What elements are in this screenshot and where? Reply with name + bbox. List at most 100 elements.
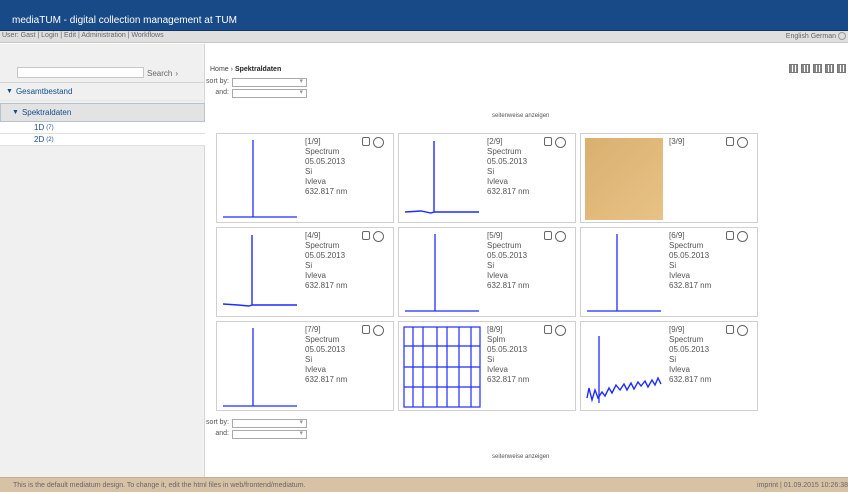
view-mode-toolbar	[789, 64, 846, 73]
attachment-icon[interactable]	[544, 137, 552, 146]
detail-view-icon[interactable]	[825, 64, 834, 73]
gear-icon[interactable]	[555, 137, 566, 148]
collection-navigation: ▼ Gesamtbestand ▼ Spektraldaten 1D (7) 2…	[0, 82, 205, 146]
spectrum-thumbnail-icon	[223, 328, 297, 407]
attachment-icon[interactable]	[726, 231, 734, 240]
item-wavelength: 632.817 nm	[669, 281, 712, 290]
result-card-6[interactable]: [6/9] Spectrum 05.05.2013 Si Ivleva 632.…	[580, 227, 758, 317]
user-links[interactable]: User: Gast | Login | Edit | Administrati…	[2, 32, 164, 39]
search-input[interactable]	[17, 67, 144, 78]
item-type: Splm	[487, 335, 506, 344]
gear-icon[interactable]	[737, 137, 748, 148]
sub-item-label: 1D	[34, 123, 45, 132]
breadcrumb-separator: ›	[230, 66, 233, 73]
item-type: Spectrum	[487, 147, 522, 156]
nav-item-label: Spektraldaten	[21, 108, 72, 117]
footer-imprint[interactable]: imprint | 01.09.2015 10:26:38	[757, 482, 848, 489]
item-wavelength: 632.817 nm	[487, 187, 530, 196]
app-title: mediaTUM - digital collection management…	[12, 15, 237, 26]
page-view-link[interactable]: seitenweise anzeigen	[492, 113, 549, 119]
result-card-8[interactable]: [8/9] Splm 05.05.2013 Si Ivleva 632.817 …	[398, 321, 576, 411]
item-material: Si	[669, 261, 677, 270]
result-card-9[interactable]: [9/9] Spectrum 05.05.2013 Si Ivleva 632.…	[580, 321, 758, 411]
spectrum-thumbnail-icon	[223, 140, 297, 218]
item-type: Spectrum	[669, 335, 704, 344]
sort-by-select[interactable]	[232, 418, 307, 428]
attachment-icon[interactable]	[726, 325, 734, 334]
spectrum-thumbnail-icon	[222, 235, 297, 307]
item-wavelength: 632.817 nm	[305, 281, 348, 290]
item-index: [7/9]	[305, 325, 321, 334]
sub-item-label: 2D	[34, 135, 45, 144]
language-selector[interactable]: English German	[786, 32, 846, 40]
and-select[interactable]	[232, 88, 307, 98]
spectrum-thumbnail-icon	[586, 336, 662, 403]
globe-icon	[838, 32, 846, 40]
gear-icon[interactable]	[373, 137, 384, 148]
nav-item-gesamtbestand[interactable]: ▼ Gesamtbestand	[0, 82, 205, 101]
language-links[interactable]: English German	[786, 33, 836, 40]
item-material: Si	[305, 167, 313, 176]
result-card-7[interactable]: [7/9] Spectrum 05.05.2013 Si Ivleva 632.…	[216, 321, 394, 411]
item-date: 05.05.2013	[487, 345, 528, 354]
spectrum-thumbnail-icon	[405, 234, 479, 312]
search-button-label: Search	[147, 68, 173, 78]
results-grid: [1/9] Spectrum 05.05.2013 Si Ivleva 632.…	[216, 133, 762, 416]
gear-icon[interactable]	[373, 231, 384, 242]
multi-spectrum-thumbnail-icon	[403, 326, 481, 408]
result-card-4[interactable]: [4/9] Spectrum 05.05.2013 Si Ivleva 632.…	[216, 227, 394, 317]
item-date: 05.05.2013	[487, 251, 528, 260]
spectrum-thumbnail-icon	[587, 234, 661, 312]
item-index: [6/9]	[669, 231, 685, 240]
sort-by-label: sort by:	[206, 78, 229, 85]
sidebar: Search › ▼ Gesamtbestand ▼ Spektraldaten…	[0, 44, 205, 477]
spectrum-thumbnail-icon	[404, 141, 479, 214]
grid-view-icon[interactable]	[789, 64, 798, 73]
and-label: and:	[215, 430, 229, 437]
print-icon[interactable]	[837, 64, 846, 73]
item-index: [8/9]	[487, 325, 503, 334]
sort-by-select[interactable]	[232, 77, 307, 87]
list-view-icon[interactable]	[813, 64, 822, 73]
chevron-down-icon: ▼	[12, 109, 19, 116]
item-author: Ivleva	[487, 177, 508, 186]
attachment-icon[interactable]	[544, 231, 552, 240]
app-header: mediaTUM - digital collection management…	[0, 0, 848, 31]
item-material: Si	[487, 261, 495, 270]
result-card-5[interactable]: [5/9] Spectrum 05.05.2013 Si Ivleva 632.…	[398, 227, 576, 317]
and-select[interactable]	[232, 429, 307, 439]
grid-large-view-icon[interactable]	[801, 64, 810, 73]
breadcrumb-current: Spektraldaten	[234, 66, 282, 73]
gear-icon[interactable]	[555, 231, 566, 242]
search-button[interactable]: Search ›	[147, 68, 187, 78]
item-date: 05.05.2013	[305, 345, 346, 354]
attachment-icon[interactable]	[726, 137, 734, 146]
result-card-3[interactable]: [3/9]	[580, 133, 758, 223]
item-material: Si	[305, 355, 313, 364]
attachment-icon[interactable]	[362, 325, 370, 334]
gear-icon[interactable]	[373, 325, 384, 336]
gear-icon[interactable]	[737, 231, 748, 242]
item-author: Ivleva	[669, 271, 690, 280]
item-wavelength: 632.817 nm	[669, 375, 712, 384]
sub-item-2d[interactable]: 2D (2)	[0, 134, 205, 146]
breadcrumb-home[interactable]: Home	[210, 66, 229, 73]
result-card-1[interactable]: [1/9] Spectrum 05.05.2013 Si Ivleva 632.…	[216, 133, 394, 223]
attachment-icon[interactable]	[544, 325, 552, 334]
chevron-down-icon: ▼	[6, 88, 13, 95]
item-author: Ivleva	[487, 271, 508, 280]
sub-item-1d[interactable]: 1D (7)	[0, 122, 205, 134]
item-wavelength: 632.817 nm	[305, 375, 348, 384]
nav-item-spektraldaten[interactable]: ▼ Spektraldaten	[0, 103, 205, 122]
and-label: and:	[215, 89, 229, 96]
attachment-icon[interactable]	[362, 137, 370, 146]
item-index: [3/9]	[669, 137, 685, 146]
result-card-2[interactable]: [2/9] Spectrum 05.05.2013 Si Ivleva 632.…	[398, 133, 576, 223]
item-author: Ivleva	[669, 365, 690, 374]
item-wavelength: 632.817 nm	[305, 187, 348, 196]
gear-icon[interactable]	[555, 325, 566, 336]
page-view-link[interactable]: seitenweise anzeigen	[492, 454, 549, 460]
attachment-icon[interactable]	[362, 231, 370, 240]
gear-icon[interactable]	[737, 325, 748, 336]
item-author: Ivleva	[305, 365, 326, 374]
